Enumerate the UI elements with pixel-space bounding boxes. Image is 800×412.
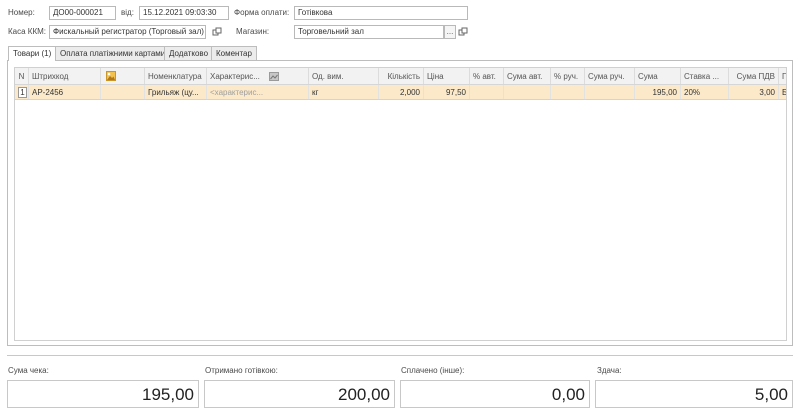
- receipt-sum-label: Сума чека:: [8, 366, 49, 375]
- characteristic-picture-icon: [269, 72, 279, 81]
- col-header-vat-sum[interactable]: Сума ПДВ: [729, 68, 779, 84]
- cell-auto-pct[interactable]: [470, 85, 504, 99]
- col-header-unit[interactable]: Од. вим.: [309, 68, 379, 84]
- col-header-image[interactable]: [101, 68, 145, 84]
- cash-received-field[interactable]: 200,00: [204, 380, 395, 408]
- tab-additional[interactable]: Додатково: [164, 46, 214, 60]
- cell-unit[interactable]: кг: [309, 85, 379, 99]
- cell-image[interactable]: [101, 85, 145, 99]
- store-label: Магазин:: [236, 27, 270, 36]
- col-header-auto-sum[interactable]: Сума авт.: [504, 68, 551, 84]
- number-label: Номер:: [8, 8, 35, 17]
- col-header-p[interactable]: П: [779, 68, 786, 84]
- col-header-nomenclature[interactable]: Номенклатура: [145, 68, 207, 84]
- cash-register-field[interactable]: Фискальный регистратор (Торговый зал): [49, 25, 206, 39]
- cell-man-sum[interactable]: [585, 85, 635, 99]
- change-field[interactable]: 5,00: [595, 380, 793, 408]
- cell-price[interactable]: 97,50: [424, 85, 470, 99]
- row-number: 1: [18, 87, 27, 98]
- number-field[interactable]: ДО00-000021: [49, 6, 116, 20]
- date-label: від:: [121, 8, 134, 17]
- cell-vat-sum[interactable]: 3,00: [729, 85, 779, 99]
- tab-card-payments[interactable]: Оплата платіжними картами: [55, 46, 171, 60]
- cell-characteristic[interactable]: <характерис...: [207, 85, 267, 99]
- payment-form-field[interactable]: Готівкова: [294, 6, 468, 20]
- col-header-characteristic[interactable]: Характерис...: [207, 68, 267, 84]
- change-label: Здача:: [597, 366, 622, 375]
- tab-comment[interactable]: Коментар: [211, 46, 257, 60]
- totals-divider: [7, 355, 793, 356]
- cash-register-label: Каса ККМ:: [8, 27, 46, 36]
- cell-quantity[interactable]: 2,000: [379, 85, 424, 99]
- col-header-man-pct[interactable]: % руч.: [551, 68, 585, 84]
- cell-man-pct[interactable]: [551, 85, 585, 99]
- col-header-man-sum[interactable]: Сума руч.: [585, 68, 635, 84]
- col-header-sum[interactable]: Сума: [635, 68, 681, 84]
- store-field[interactable]: Торговельний зал: [294, 25, 444, 39]
- cell-nomenclature[interactable]: Грильяж (цу...: [145, 85, 207, 99]
- cash-received-label: Отримано готівкою:: [205, 366, 278, 375]
- cell-vat-rate[interactable]: 20%: [681, 85, 729, 99]
- open-store-icon[interactable]: [458, 26, 468, 38]
- col-header-quantity[interactable]: Кількість: [379, 68, 424, 84]
- picture-icon: [106, 71, 116, 81]
- goods-table[interactable]: N Штрихкод Номенклатура Характерис... Од…: [14, 67, 787, 341]
- receipt-sum-field[interactable]: 195,00: [7, 380, 199, 408]
- col-header-price[interactable]: Ціна: [424, 68, 470, 84]
- cell-p[interactable]: Б: [779, 85, 786, 99]
- cell-auto-sum[interactable]: [504, 85, 551, 99]
- col-header-characteristic-icon[interactable]: [267, 68, 309, 84]
- paid-other-field[interactable]: 0,00: [400, 380, 590, 408]
- cell-characteristic-image[interactable]: [267, 85, 309, 99]
- table-header-row: N Штрихкод Номенклатура Характерис... Од…: [15, 68, 786, 85]
- store-select-button[interactable]: ...: [444, 25, 456, 39]
- paid-other-label: Сплачено (інше):: [401, 366, 465, 375]
- cell-sum[interactable]: 195,00: [635, 85, 681, 99]
- open-cash-register-icon[interactable]: [212, 26, 222, 38]
- goods-tab-panel: N Штрихкод Номенклатура Характерис... Од…: [7, 60, 793, 346]
- col-header-vat-rate[interactable]: Ставка ...: [681, 68, 729, 84]
- col-header-barcode[interactable]: Штрихкод: [29, 68, 101, 84]
- date-field[interactable]: 15.12.2021 09:03:30: [139, 6, 229, 20]
- cell-barcode[interactable]: АР-2456: [29, 85, 101, 99]
- payment-form-label: Форма оплати:: [234, 8, 290, 17]
- table-row[interactable]: 1 АР-2456 Грильяж (цу... <характерис... …: [15, 85, 786, 100]
- col-header-n[interactable]: N: [15, 68, 29, 84]
- col-header-auto-pct[interactable]: % авт.: [470, 68, 504, 84]
- cell-n: 1: [15, 85, 29, 99]
- tab-goods[interactable]: Товари (1): [8, 46, 57, 61]
